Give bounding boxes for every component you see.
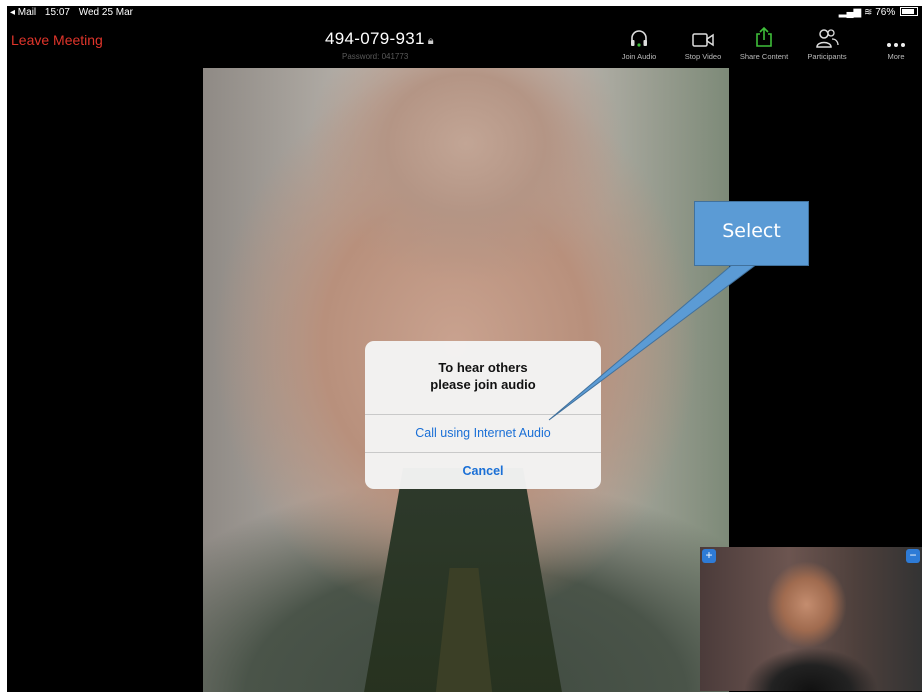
callout-text: Select bbox=[722, 220, 781, 242]
callout-pointer bbox=[548, 263, 759, 421]
select-callout: Select bbox=[694, 201, 809, 266]
